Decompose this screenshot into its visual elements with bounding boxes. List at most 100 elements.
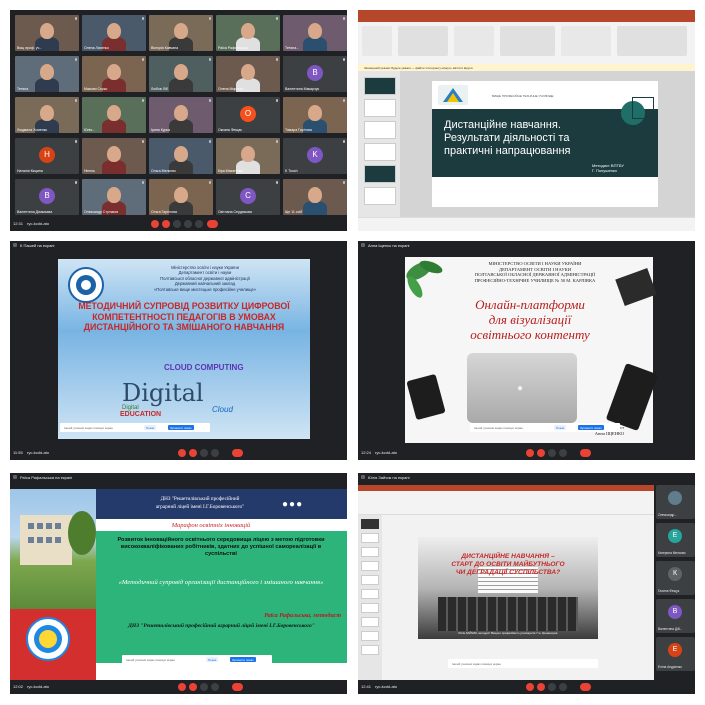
sidebar-participant[interactable]: Е Катерина Мельник <box>656 523 695 557</box>
participant-tile[interactable]: Ще 11 осіб <box>283 179 347 215</box>
sidebar-participant[interactable]: К Галина Фещук <box>656 561 695 595</box>
slide-thumbnail[interactable] <box>364 99 396 117</box>
camera-off-button[interactable] <box>189 449 197 457</box>
slide-thumbnail[interactable] <box>364 77 396 95</box>
participant-tile[interactable]: Олена Лисенко <box>82 15 146 51</box>
participant-name: Валентина Дій... <box>658 627 683 631</box>
participant-tile[interactable]: Нінель <box>82 138 146 174</box>
participant-face <box>107 187 121 203</box>
participant-face <box>308 187 322 203</box>
presenting-banner: Інший учасник зараз показує екран <box>448 659 598 668</box>
sidebar-participant[interactable]: В Валентина Дій... <box>656 599 695 633</box>
shared-slide: Міністерство освіти і науки України Депа… <box>58 259 310 439</box>
slide-thumbnail[interactable] <box>364 121 396 139</box>
mic-off-button[interactable] <box>526 683 534 691</box>
camera-off-button[interactable] <box>537 449 545 457</box>
participant-tile[interactable]: Тетяна... <box>283 15 347 51</box>
more-options-button[interactable] <box>211 683 219 691</box>
stop-presenting-button[interactable]: Зупинити показ <box>230 657 256 662</box>
camera-off-button[interactable] <box>537 683 545 691</box>
leave-call-button[interactable] <box>232 449 243 457</box>
slide-thumbnail[interactable] <box>364 143 396 161</box>
participant-video <box>35 78 59 92</box>
more-options-button[interactable] <box>559 683 567 691</box>
mic-off-button[interactable] <box>526 449 534 457</box>
stop-presenting-button[interactable]: Зупинити показ <box>168 425 194 430</box>
participant-tile[interactable]: K K Touch <box>283 138 347 174</box>
more-options-button[interactable] <box>559 449 567 457</box>
ppt-status-bar <box>358 217 695 231</box>
participant-face <box>174 64 188 80</box>
participant-tile[interactable]: Тетяна <box>15 56 79 92</box>
present-button[interactable] <box>200 449 208 457</box>
more-options-button[interactable] <box>195 220 203 228</box>
present-button[interactable] <box>548 449 556 457</box>
slide-thumbnail[interactable] <box>364 187 396 205</box>
meeting-code: ryc-kcdd-ato <box>375 684 398 689</box>
more-options-button[interactable] <box>211 449 219 457</box>
presenting-banner: Інший учасник зараз показує екран Показ … <box>60 423 210 432</box>
meeting-time: 11:55 <box>13 450 23 455</box>
stop-presenting-button[interactable]: Зупинити показ <box>578 425 604 430</box>
participant-name: Олександр Стуликов <box>84 210 119 214</box>
show-button[interactable]: Показ <box>206 657 219 662</box>
mic-off-button[interactable] <box>151 220 159 228</box>
leave-call-button[interactable] <box>580 683 591 691</box>
present-button[interactable] <box>200 683 208 691</box>
sidebar-participant[interactable]: Олександр... <box>656 485 695 519</box>
participant-tile[interactable]: Вищ проф. уч... <box>15 15 79 51</box>
leave-call-button[interactable] <box>207 220 218 228</box>
shared-slide: ДНЗ "Решетилівський професійний аграрний… <box>10 489 347 680</box>
participant-face <box>40 64 54 80</box>
participant-face <box>107 146 121 162</box>
show-button[interactable]: Показ <box>554 425 567 430</box>
participant-tile[interactable]: Олександр Стуликов <box>82 179 146 215</box>
camera-off-button[interactable] <box>189 683 197 691</box>
participant-face <box>241 64 255 80</box>
show-button[interactable]: Показ <box>144 425 157 430</box>
captions-button[interactable] <box>173 220 181 228</box>
camera-off-button[interactable] <box>162 220 170 228</box>
slide-author: Юлія ЗАЙЧИК, методист Вищого професійног… <box>458 631 558 635</box>
mic-off-button[interactable] <box>178 449 186 457</box>
mic-muted-icon <box>343 99 345 102</box>
present-button[interactable] <box>548 683 556 691</box>
mic-muted-icon <box>343 181 345 184</box>
mic-off-button[interactable] <box>178 683 186 691</box>
participant-face <box>40 105 54 121</box>
sidebar-participant[interactable]: Е Еліна Андрієнко <box>656 637 695 671</box>
present-button[interactable] <box>184 220 192 228</box>
participant-tile[interactable]: Людмила Хоменко <box>15 97 79 133</box>
building-photo <box>10 489 96 609</box>
participant-tile[interactable]: Ольга Мельник <box>149 138 213 174</box>
slide-header: ВИЩЕ ПРОФЕСІЙНЕ ТЕХНІЧНЕ УЧИЛИЩЕ <box>492 94 554 98</box>
participant-name: Оксана Фещак <box>218 128 242 132</box>
participant-tile[interactable]: Н Наталія Кікцина <box>15 138 79 174</box>
mic-muted-icon <box>142 181 144 184</box>
meeting-code: ryc-kcdd-ato <box>375 450 398 455</box>
mic-muted-icon <box>276 181 278 184</box>
leave-call-button[interactable] <box>580 449 591 457</box>
slide-author: Методист ВПТБУ Г. Полушенко <box>592 163 624 173</box>
slide-thumbnail[interactable] <box>364 165 396 183</box>
participant-tile[interactable]: О Оксана Фещак <box>216 97 280 133</box>
avatar: О <box>240 106 256 122</box>
participant-tile[interactable]: В Валентина Діхамьєва <box>15 179 79 215</box>
participant-tile[interactable]: Юлія... <box>82 97 146 133</box>
slide-title: ДИСТАНЦІЙНЕ НАВЧАННЯ – СТАРТ ДО ОСВІТИ М… <box>451 553 565 576</box>
participant-tile[interactable]: Ольга Гаргінова <box>149 179 213 215</box>
participant-tile[interactable]: Олена Мирошн... <box>216 56 280 92</box>
participant-tile[interactable]: Максим Сєрко <box>82 56 146 92</box>
participant-tile[interactable]: В Валентина Макарчук <box>283 56 347 92</box>
participant-tile[interactable]: Ірина Курка <box>149 97 213 133</box>
participant-tile[interactable]: Тамара Гарітова <box>283 97 347 133</box>
participant-tile[interactable]: С Світлана Сердюкова <box>216 179 280 215</box>
participant-tile[interactable]: Раїса Рафальська <box>216 15 280 51</box>
meeting-code: ryc-kcdd-ato <box>27 684 50 689</box>
participant-tile[interactable]: Вікторія Кавчана <box>149 15 213 51</box>
mic-muted-icon <box>209 17 211 20</box>
ppt-title-bar <box>358 10 695 22</box>
leave-call-button[interactable] <box>232 683 243 691</box>
participant-tile[interactable]: Любов Ліб <box>149 56 213 92</box>
participant-tile[interactable]: Кіра Макатенко <box>216 138 280 174</box>
